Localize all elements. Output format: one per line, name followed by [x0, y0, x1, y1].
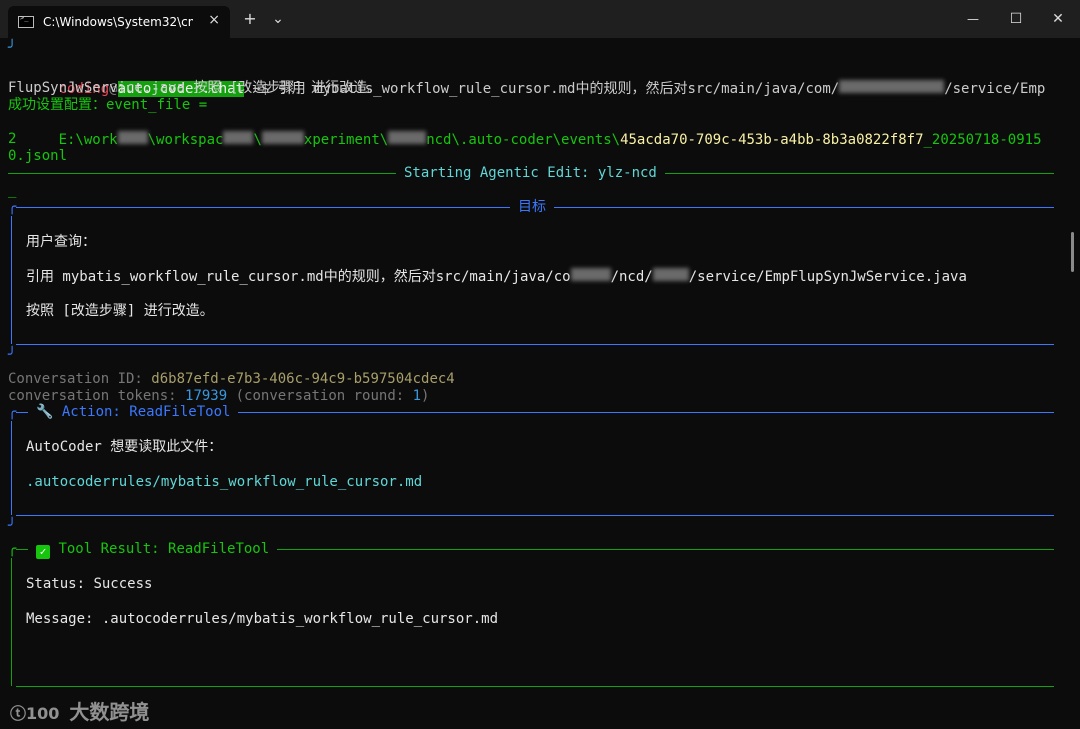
- message-value: .autocoderrules/mybatis_workflow_rule_cu…: [101, 611, 499, 627]
- panel-corner: ╯: [8, 518, 17, 534]
- goal-line-3: 按照 [改造步骤] 进行改造。: [26, 303, 214, 319]
- action-line-1: AutoCoder 想要读取此文件：: [26, 439, 223, 455]
- event-file-path: E:\work \workspac \ xperiment\ ncd\.auto-cod…: [58, 131, 1042, 148]
- watermark-text: 大数跨境: [69, 700, 150, 724]
- goal-text: /service/EmpFlupSynJwService.java: [688, 269, 967, 285]
- event-file-label: 成功设置配置：event_file =: [8, 97, 208, 113]
- round-label: (conversation round:: [227, 388, 413, 404]
- path-segment: ncd\.auto-coder\events\: [426, 132, 621, 148]
- watermark: ⓣ100 大数跨境: [10, 696, 149, 725]
- result-title: Tool Result: ReadFileTool: [58, 541, 270, 557]
- panel-corner: ╯: [8, 347, 17, 363]
- path-segment: E:\work: [58, 132, 118, 148]
- redacted-text: [388, 131, 427, 144]
- event-date: _20250718-0915: [923, 132, 1042, 148]
- dropdown-icon[interactable]: ⌄: [266, 8, 290, 30]
- redacted-text: [117, 131, 148, 144]
- watermark-logo: ⓣ100: [10, 703, 60, 723]
- conversation-tokens-line: conversation tokens: 17939 (conversation…: [8, 388, 429, 405]
- event-path-line3: 0.jsonl: [8, 148, 68, 164]
- terminal-output[interactable]: ╯ coding@auto-coder.chat ~$ 引用 mybatis_w…: [8, 38, 1058, 729]
- redacted-text: [223, 131, 254, 144]
- panel-corner: ╭: [8, 199, 17, 215]
- goal-title: 目标: [510, 199, 554, 216]
- action-file-path: .autocoderrules/mybatis_workflow_rule_cu…: [26, 474, 423, 490]
- new-tab-button[interactable]: +: [238, 8, 262, 30]
- action-title: 🔧 Action: ReadFileTool: [28, 404, 239, 421]
- close-button[interactable]: ✕: [1035, 6, 1080, 32]
- conv-id-label: Conversation ID:: [8, 371, 152, 387]
- tokens-label: conversation tokens:: [8, 388, 186, 404]
- agentic-header: Starting Agentic Edit: ylz-ncd: [396, 165, 665, 182]
- goal-line-2: 引用 mybatis_workflow_rule_cursor.md中的规则，然…: [26, 268, 967, 286]
- path-segment: \workspac: [147, 132, 224, 148]
- result-panel-bottom: [16, 686, 1054, 687]
- goal-text: /ncd/: [610, 269, 653, 285]
- conversation-id-line: Conversation ID: d6b87efd-e7b3-406c-94c9…: [8, 371, 455, 388]
- redacted-text: [839, 80, 945, 93]
- round-value: 1: [412, 388, 422, 404]
- event-uuid: 45acda70-709c-453b-a4bb-8b3a0822f8f7: [620, 132, 924, 148]
- result-status-line: Status: Success: [26, 576, 152, 593]
- round-close: ): [421, 388, 430, 404]
- terminal-tab[interactable]: C:\Windows\System32\cmd.ex ×: [8, 6, 230, 38]
- panel-corner: ╯: [8, 40, 17, 56]
- prompt-line: coding@auto-coder.chat ~$ 引用 mybatis_wor…: [8, 63, 1045, 97]
- tokens-value: 17939: [185, 388, 228, 404]
- scrollbar-thumb[interactable]: [1071, 232, 1074, 272]
- tab-title: C:\Windows\System32\cmd.ex: [43, 15, 193, 29]
- check-icon: ✓: [36, 545, 50, 559]
- goal-text: 引用 mybatis_workflow_rule_cursor.md中的规则，然…: [26, 269, 571, 285]
- action-panel-bottom: [16, 515, 1054, 516]
- status-label: Status:: [26, 576, 94, 592]
- tab-close-icon[interactable]: ×: [208, 12, 220, 28]
- command-line-2: FlupSynJwService.java 按照 [改造步骤] 进行改造。: [8, 80, 382, 96]
- action-panel: [11, 421, 1054, 515]
- result-message-line: Message: .autocoderrules/mybatis_workflo…: [26, 611, 498, 628]
- goal-line-1: 用户查询：: [26, 234, 96, 250]
- terminal-window: C:\Windows\System32\cmd.ex × + ⌄ — ☐ ✕ ╯…: [0, 0, 1080, 729]
- maximize-button[interactable]: ☐: [993, 6, 1039, 32]
- panel-corner: ╭: [8, 404, 17, 420]
- conv-id: d6b87efd-e7b3-406c-94c9-b597504cdec4: [151, 371, 455, 387]
- result-title-wrap: ✓ Tool Result: ReadFileTool: [28, 541, 278, 559]
- redacted-text: [570, 268, 611, 281]
- status-value: Success: [93, 576, 153, 592]
- event-path-line2: 2: [8, 131, 17, 147]
- path-segment: xperiment\: [303, 132, 389, 148]
- cmd-icon: [18, 14, 34, 28]
- message-label: Message:: [26, 611, 102, 627]
- redacted-text: [652, 268, 689, 281]
- minimize-button[interactable]: —: [950, 6, 996, 32]
- cursor-underscore: _: [8, 182, 17, 198]
- goal-panel-bottom: [16, 344, 1054, 345]
- command-text-cont: /service/Emp: [944, 81, 1046, 97]
- redacted-text: [261, 131, 304, 144]
- panel-corner: ╭: [8, 541, 17, 557]
- title-bar: C:\Windows\System32\cmd.ex × + ⌄ — ☐ ✕: [0, 0, 1080, 38]
